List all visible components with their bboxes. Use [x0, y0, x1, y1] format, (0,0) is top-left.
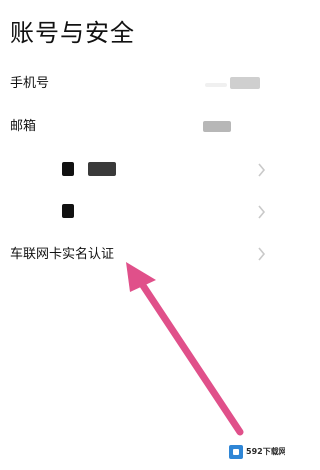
watermark-text: 592下载网 — [246, 447, 285, 456]
watermark: 592下载网 — [227, 442, 285, 462]
chevron-right-icon — [257, 205, 266, 219]
page-title: 账号与安全 — [10, 19, 135, 47]
account-security-page: 账号与安全 手机号 邮箱 车联网卡实名认证 592下载网 — [0, 0, 285, 470]
chevron-right-icon — [257, 247, 266, 261]
redacted-row-2-value — [0, 192, 285, 234]
phone-row[interactable]: 手机号 — [0, 63, 285, 105]
redacted-row-1-value — [0, 150, 285, 192]
email-value-redacted — [0, 106, 285, 148]
phone-value-redacted — [0, 63, 285, 105]
email-row[interactable]: 邮箱 — [0, 106, 285, 148]
chevron-right-icon — [257, 163, 266, 177]
redacted-row-1[interactable] — [0, 150, 285, 192]
redacted-row-2[interactable] — [0, 192, 285, 234]
watermark-logo-icon — [229, 445, 243, 459]
vehicle-sim-realname-row[interactable]: 车联网卡实名认证 — [0, 234, 285, 276]
vehicle-sim-realname-label: 车联网卡实名认证 — [10, 247, 115, 262]
